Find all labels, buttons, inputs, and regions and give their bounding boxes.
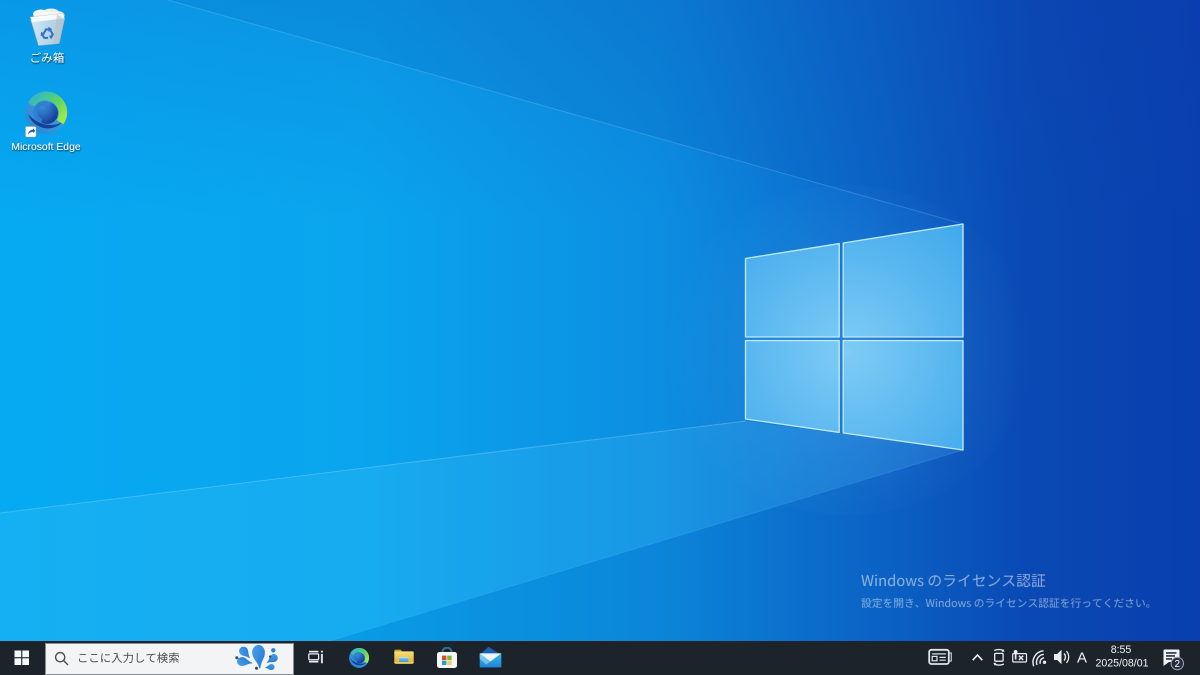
svg-text:2: 2 <box>1175 659 1181 670</box>
svg-text:2025/08/01: 2025/08/01 <box>1095 658 1148 670</box>
svg-text:Microsoft Edge: Microsoft Edge <box>11 142 81 153</box>
svg-text:A: A <box>1077 650 1087 667</box>
svg-text:8:55: 8:55 <box>1111 644 1132 656</box>
